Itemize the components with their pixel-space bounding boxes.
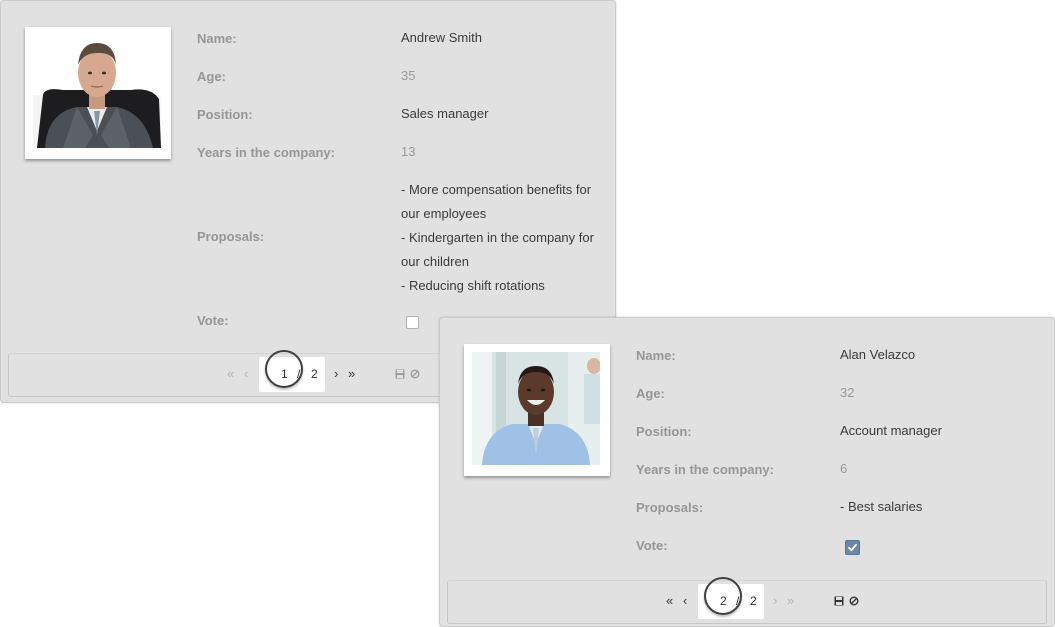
age-value: 35 [401,68,416,83]
page-indicator: 2 / 2 [698,577,764,619]
prev-page-button[interactable]: ‹ [244,366,248,382]
position-label: Position: [197,107,253,122]
highlight-circle [265,350,303,388]
name-value: Alan Velazco [840,347,916,362]
total-pages: 2 [311,367,318,381]
next-page-button[interactable]: › [773,593,777,609]
name-label: Name: [636,348,676,363]
proposals-label: Proposals: [197,229,265,244]
years-label: Years in the company: [636,462,774,477]
years-label: Years in the company: [197,145,335,160]
age-value: 32 [840,385,855,400]
proposals-label: Proposals: [636,500,704,515]
proposals-list: - Best salaries [840,495,1045,519]
proposal-item: - Reducing shift rotations [401,278,545,293]
save-icon[interactable] [834,596,844,606]
age-label: Age: [636,386,665,401]
first-page-button[interactable]: « [227,366,234,382]
vote-label: Vote: [197,313,229,328]
pagination-bar: « ‹ 2 / 2 › » [447,577,1047,624]
vote-checkbox[interactable] [845,540,860,555]
employee-photo [464,344,610,476]
name-label: Name: [197,31,237,46]
employee-card-2: Name: Alan Velazco Age: 32 Position: Acc… [439,317,1055,627]
proposal-item: - More compensation benefits for our emp… [401,182,592,221]
vote-label: Vote: [636,538,668,553]
proposal-item: - Best salaries [840,499,923,514]
total-pages: 2 [750,594,757,608]
position-value: Account manager [840,423,942,438]
proposal-item: - Kindergarten in the company for our ch… [401,230,594,269]
years-value: 6 [840,461,848,476]
smiling-man-portrait-image [472,352,600,465]
vote-checkbox[interactable] [406,316,419,329]
name-value: Andrew Smith [401,30,482,45]
proposals-list: - More compensation benefits for our emp… [401,178,606,298]
checkmark-icon [848,543,857,552]
age-label: Age: [197,69,226,84]
prev-page-button[interactable]: ‹ [683,593,687,609]
next-page-button[interactable]: › [334,366,338,382]
page-indicator: 1 / 2 [259,350,325,392]
man-in-suit-portrait-image [33,35,161,148]
highlight-circle [704,577,742,615]
save-icon[interactable] [395,369,405,379]
position-label: Position: [636,424,692,439]
cancel-icon[interactable] [410,369,420,379]
cancel-icon[interactable] [849,596,859,606]
employee-photo [25,27,171,159]
position-value: Sales manager [401,106,489,121]
last-page-button[interactable]: » [348,366,355,382]
last-page-button[interactable]: » [787,593,794,609]
years-value: 13 [401,144,416,159]
first-page-button[interactable]: « [666,593,673,609]
